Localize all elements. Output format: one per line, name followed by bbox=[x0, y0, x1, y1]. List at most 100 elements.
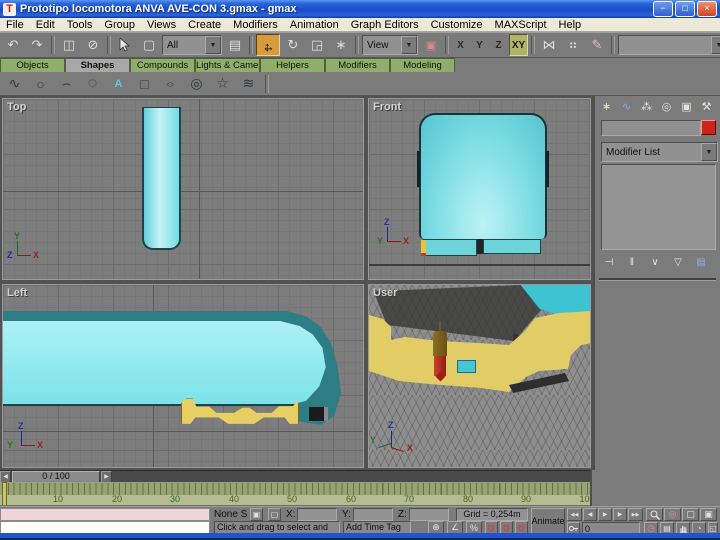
rectangle-tool-button[interactable]: □ bbox=[134, 74, 155, 94]
menu-file[interactable]: File bbox=[0, 19, 30, 31]
viewport-front[interactable]: Front Z X Y bbox=[368, 98, 591, 280]
restrict-z-button[interactable]: Z bbox=[490, 35, 507, 55]
display-tab[interactable]: ▣ bbox=[677, 98, 696, 115]
restrict-xy-plane-button[interactable]: XY bbox=[509, 34, 528, 56]
title-bar[interactable]: T Prototipo locomotora ANVA AVE-CON 3.gm… bbox=[0, 0, 720, 18]
play-button[interactable]: ▶ bbox=[598, 508, 612, 521]
track-bar[interactable]: 10 20 30 40 50 60 70 80 90 100 bbox=[0, 482, 590, 506]
named-selection-sets-dropdown[interactable]: ▼ bbox=[618, 35, 720, 55]
show-end-result-button[interactable]: ‖ bbox=[622, 254, 642, 270]
select-object-button[interactable] bbox=[114, 35, 136, 55]
tab-modifiers[interactable]: Modifiers bbox=[325, 58, 390, 72]
pin-stack-button[interactable]: ⊣ bbox=[599, 254, 619, 270]
select-and-manipulate-button[interactable]: ∗ bbox=[330, 35, 352, 55]
tab-objects[interactable]: Objects bbox=[0, 58, 65, 72]
donut-tool-button[interactable]: ◎ bbox=[186, 74, 207, 94]
tab-modeling[interactable]: Modeling bbox=[390, 58, 455, 72]
ellipse-tool-button[interactable]: ○ bbox=[160, 74, 181, 94]
motion-tab[interactable]: ◎ bbox=[657, 98, 676, 115]
make-unique-button[interactable]: ∨ bbox=[645, 254, 665, 270]
time-slider-handle[interactable]: 0 / 100 bbox=[12, 471, 100, 483]
select-and-move-button[interactable]: ↔↕ bbox=[256, 34, 280, 56]
locomotive-body-top-view[interactable] bbox=[142, 107, 181, 250]
next-frame-button[interactable]: ▶ bbox=[613, 508, 627, 521]
x-coord-field[interactable] bbox=[297, 508, 337, 521]
skirt-right-front-view[interactable] bbox=[483, 239, 541, 254]
helix-tool-button[interactable]: ≋ bbox=[238, 74, 259, 94]
menu-edit[interactable]: Edit bbox=[30, 19, 61, 31]
tab-helpers[interactable]: Helpers bbox=[260, 58, 325, 72]
create-tab[interactable]: ∗ bbox=[597, 98, 616, 115]
circle-tool-button[interactable]: ○ bbox=[30, 74, 51, 94]
zoom-button[interactable] bbox=[646, 508, 663, 521]
tab-compounds[interactable]: Compounds bbox=[130, 58, 195, 72]
tab-shapes[interactable]: Shapes bbox=[65, 58, 130, 72]
damper-cylinder-top[interactable] bbox=[433, 331, 447, 356]
cyan-detail-box[interactable] bbox=[457, 360, 476, 373]
close-button[interactable]: × bbox=[697, 1, 717, 17]
menu-group[interactable]: Group bbox=[98, 19, 141, 31]
zoom-all-button[interactable]: ◎ bbox=[664, 508, 681, 521]
track-view-button[interactable]: ✎ bbox=[586, 35, 608, 55]
tab-lights-cameras[interactable]: Lights & Cameras bbox=[195, 58, 260, 72]
viewport-top[interactable]: Top Y X Z bbox=[2, 98, 364, 280]
menu-customize[interactable]: Customize bbox=[425, 19, 489, 31]
modifier-list-dropdown[interactable]: Modifier List ▼ bbox=[601, 142, 718, 162]
menu-help[interactable]: Help bbox=[553, 19, 588, 31]
zoom-extents-all-button[interactable]: ▣ bbox=[700, 508, 717, 521]
mirror-button[interactable]: ⋈ bbox=[538, 35, 560, 55]
rectangular-selection-region-button[interactable]: ▢ bbox=[138, 35, 160, 55]
absolute-mode-toggle[interactable]: ▢ bbox=[268, 508, 281, 521]
restore-button[interactable]: □ bbox=[675, 1, 695, 17]
skirt-left-front-view[interactable] bbox=[423, 239, 477, 256]
maxscript-listener-output[interactable] bbox=[0, 508, 210, 521]
time-slider-right-arrow[interactable]: ▶ bbox=[101, 471, 112, 483]
arc-tool-button[interactable]: ⌢ bbox=[56, 74, 77, 94]
z-coord-field[interactable] bbox=[409, 508, 449, 521]
y-coord-field[interactable] bbox=[353, 508, 393, 521]
object-color-swatch[interactable] bbox=[701, 120, 716, 135]
select-and-link-button[interactable]: ◫ bbox=[58, 35, 80, 55]
go-to-end-button[interactable]: ▶▶ bbox=[628, 508, 643, 521]
use-pivot-point-button[interactable]: ▣ bbox=[420, 35, 442, 55]
menu-graph-editors[interactable]: Graph Editors bbox=[345, 19, 425, 31]
select-by-name-button[interactable]: ▤ bbox=[224, 35, 246, 55]
align-button[interactable]: ⠶ bbox=[562, 35, 584, 55]
locomotive-body-left-view[interactable] bbox=[3, 321, 329, 405]
previous-frame-button[interactable]: ◀ bbox=[583, 508, 597, 521]
object-name-field[interactable] bbox=[601, 120, 701, 136]
go-to-start-button[interactable]: ◀◀ bbox=[567, 508, 582, 521]
viewport-user[interactable]: User Z X Y bbox=[368, 284, 591, 468]
reference-coordinate-dropdown[interactable]: View ▼ bbox=[362, 35, 418, 55]
restrict-y-button[interactable]: Y bbox=[471, 35, 488, 55]
selection-filter-dropdown[interactable]: All ▼ bbox=[162, 35, 222, 55]
time-slider-left-arrow[interactable]: ◀ bbox=[0, 471, 11, 483]
configure-modifier-sets-button[interactable]: ▤ bbox=[691, 254, 711, 270]
menu-views[interactable]: Views bbox=[141, 19, 182, 31]
minimize-button[interactable]: − bbox=[653, 1, 673, 17]
menu-animation[interactable]: Animation bbox=[284, 19, 345, 31]
zoom-extents-button[interactable]: ▢ bbox=[682, 508, 699, 521]
unlink-selection-button[interactable]: ⊘ bbox=[82, 35, 104, 55]
viewport-left[interactable]: Left Z X Y bbox=[2, 284, 364, 468]
track-bar-marker[interactable] bbox=[2, 482, 7, 506]
text-tool-button[interactable]: A bbox=[108, 74, 129, 94]
menu-maxscript[interactable]: MAXScript bbox=[489, 19, 553, 31]
modifier-stack-list[interactable] bbox=[601, 164, 716, 250]
select-and-scale-button[interactable]: ◲ bbox=[306, 35, 328, 55]
coupler-part[interactable] bbox=[309, 407, 328, 421]
undo-button[interactable]: ↶ bbox=[2, 35, 24, 55]
modify-tab[interactable]: ∿ bbox=[617, 98, 636, 115]
menu-tools[interactable]: Tools bbox=[61, 19, 99, 31]
hierarchy-tab[interactable]: ⁂ bbox=[637, 98, 656, 115]
time-slider-track[interactable]: ◀ 0 / 100 ▶ bbox=[0, 470, 590, 482]
restrict-x-button[interactable]: X bbox=[452, 35, 469, 55]
redo-button[interactable]: ↷ bbox=[26, 35, 48, 55]
utilities-tab[interactable]: ⚒ bbox=[697, 98, 716, 115]
yellow-part-front-view[interactable] bbox=[421, 240, 426, 256]
ngon-tool-button[interactable]: ◌ bbox=[82, 74, 103, 94]
selection-lock-toggle[interactable]: ▣ bbox=[250, 508, 263, 521]
remove-modifier-button[interactable]: ▽ bbox=[668, 254, 688, 270]
animate-button[interactable]: Animate bbox=[531, 508, 565, 534]
select-and-rotate-button[interactable]: ↻ bbox=[282, 35, 304, 55]
